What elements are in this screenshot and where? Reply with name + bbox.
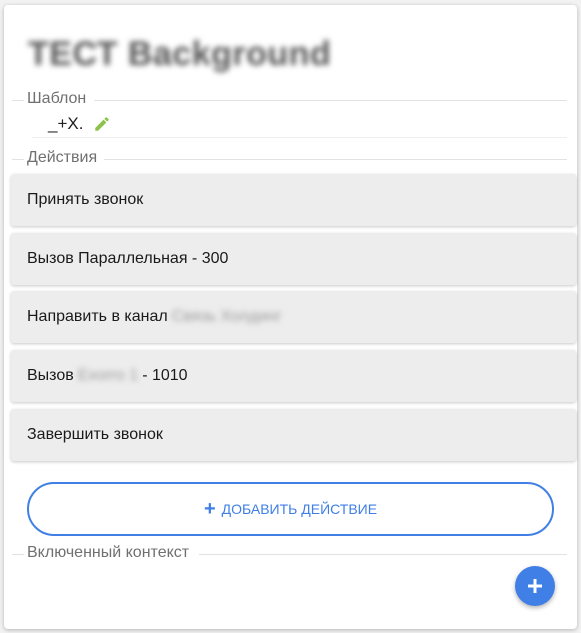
context-section-label: Включенный контекст (4, 544, 577, 564)
action-label: Направить в канал (27, 308, 168, 325)
plus-icon (528, 579, 542, 593)
plus-icon: + (203, 498, 216, 520)
action-item-call-parallel[interactable]: Вызов Параллельная - 300 (11, 233, 576, 285)
actions-section-label: Действия (4, 149, 577, 169)
action-label: Вызов (27, 367, 74, 384)
context-label: Включенный контекст (27, 544, 194, 562)
page-title: ТЕСТ Background (28, 35, 332, 73)
blurred-channel-name: Связь Холдинг (171, 308, 282, 325)
template-section-label: Шаблон (4, 90, 577, 110)
action-label: Завершить звонок (27, 426, 163, 443)
add-action-button[interactable]: + ДОБАВИТЬ ДЕЙСТВИЕ (27, 482, 554, 536)
action-item-end-call[interactable]: Завершить звонок (11, 409, 576, 461)
action-suffix: - 1010 (142, 367, 188, 384)
add-action-label: ДОБАВИТЬ ДЕЙСТВИЕ (221, 501, 378, 517)
template-row: _+X. (48, 111, 111, 137)
template-value: _+X. (48, 114, 84, 133)
action-label: Принять звонок (27, 191, 144, 208)
blurred-extension-name: Exorro 1 (77, 367, 139, 384)
action-item-route-channel[interactable]: Направить в канал Связь Холдинг (11, 291, 576, 343)
scenario-card: ТЕСТ Background Шаблон _+X. Действия При… (4, 5, 577, 629)
actions-label: Действия (27, 149, 102, 167)
template-label: Шаблон (27, 90, 91, 108)
action-item-call-extension[interactable]: Вызов Exorro 1 - 1010 (11, 350, 576, 402)
pencil-icon[interactable] (93, 115, 111, 133)
action-label: Вызов Параллельная - 300 (27, 250, 229, 267)
template-divider (32, 137, 567, 138)
action-item-accept-call[interactable]: Принять звонок (11, 174, 576, 226)
add-context-fab[interactable] (515, 566, 555, 606)
